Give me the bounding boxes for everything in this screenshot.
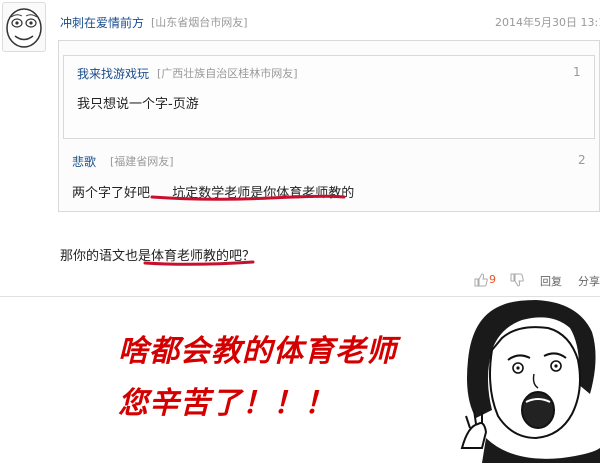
comment-location: [山东省烟台市网友] xyxy=(151,16,248,29)
avatar[interactable] xyxy=(2,2,46,52)
thumbs-down-icon[interactable] xyxy=(510,273,524,287)
thumbs-up-icon[interactable] xyxy=(474,273,488,287)
red-underline-quote xyxy=(150,194,346,201)
rage-face-avatar-icon xyxy=(6,8,42,48)
quote-1-text: 我只想说一个字-页游 xyxy=(77,97,199,112)
quote-2-user-name[interactable]: 悲歌 xyxy=(72,153,96,170)
quote-2-text-plain: 两个字了好吧 xyxy=(72,186,151,201)
quote-1-user-name[interactable]: 我来找游戏玩 xyxy=(77,65,149,82)
quote-1-floor-number: 1 xyxy=(573,65,581,79)
comment-user-name[interactable]: 冲刺在爱情前方 xyxy=(60,14,144,31)
quote-2-floor-number: 2 xyxy=(578,153,586,167)
comment-timestamp: 2014年5月30日 13:16 xyxy=(495,16,600,29)
caption-line-2: 您辛苦了！！！ xyxy=(118,386,335,421)
shocked-meme-face-image xyxy=(460,300,600,463)
quote-2-location: [福建省网友] xyxy=(110,155,174,168)
reply-button[interactable]: 回复 xyxy=(540,273,562,289)
comment-text-plain: 那你的语文也是 xyxy=(60,249,152,264)
share-button[interactable]: 分享 xyxy=(578,273,600,289)
like-count: 9 xyxy=(489,273,496,286)
red-underline-comment xyxy=(143,260,255,266)
caption-line-1: 啥都会教的体育老师 xyxy=(118,334,397,369)
divider xyxy=(0,296,600,297)
quote-1-location: [广西壮族自治区桂林市网友] xyxy=(157,67,298,80)
